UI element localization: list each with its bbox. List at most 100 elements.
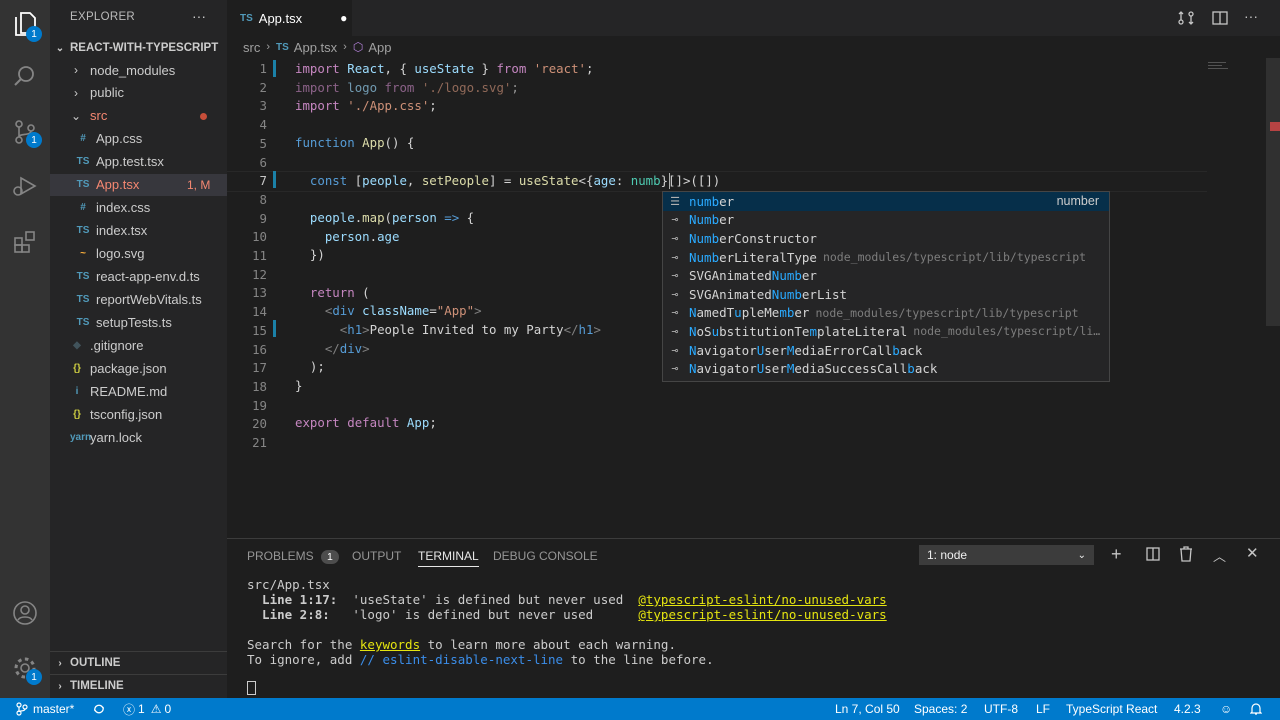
suggestion-item[interactable]: ⊸ NamedTupleMember node_modules/typescript…	[663, 304, 1109, 323]
suggestion-item[interactable]: ⊸ NumberLiteralType node_modules/typescrip…	[663, 248, 1109, 267]
suggestion-item[interactable]: ⊸ NavigatorUserMediaSuccessCallback	[663, 359, 1109, 378]
tab-debug-console[interactable]: DEBUG CONSOLE	[493, 549, 598, 563]
css-file-icon: #	[80, 202, 86, 214]
code-line: person.age	[324, 229, 400, 244]
suggestion-item[interactable]: ⊸ NavigatorUserMediaErrorCallback	[663, 341, 1109, 360]
project-folder-header[interactable]: ⌄ REACT-WITH-TYPESCRIPT	[50, 37, 227, 59]
notifications-bell-icon[interactable]	[1250, 698, 1262, 720]
tab-problems[interactable]: PROBLEMS 1	[247, 549, 339, 564]
explorer-icon[interactable]: 1	[9, 8, 42, 42]
code-line: const [people, setPeople] = useState<{ag…	[309, 173, 721, 188]
editor-more-icon[interactable]: ···	[1244, 8, 1258, 24]
code-line: return (	[309, 285, 370, 300]
trash-icon[interactable]	[1179, 546, 1193, 567]
tree-item[interactable]: i README.md	[50, 380, 227, 402]
tree-item[interactable]: TS App.tsx 1, M	[50, 173, 227, 196]
suggestion-detail: node_modules/typescript/lib/typescript	[815, 305, 1079, 320]
line-number: 10	[252, 229, 267, 245]
breadcrumb-file[interactable]: App.tsx	[294, 40, 337, 55]
close-panel-icon[interactable]: ✕	[1246, 544, 1259, 562]
terminal-line: To ignore, add // eslint-disable-next-li…	[247, 652, 714, 667]
terminal-text: to the line before.	[563, 652, 714, 667]
account-icon[interactable]	[9, 597, 41, 629]
run-debug-icon[interactable]	[9, 170, 41, 202]
terminal-select-value: 1: node	[927, 548, 968, 562]
tree-item[interactable]: TS reportWebVitals.ts	[50, 289, 227, 311]
split-terminal-icon[interactable]	[1146, 547, 1160, 566]
error-dot-icon	[200, 112, 207, 120]
editor-scrollbar[interactable]	[1266, 58, 1280, 326]
tree-item[interactable]: {} package.json	[50, 357, 227, 379]
git-modified-marker	[273, 320, 276, 337]
source-control-badge: 1	[26, 132, 42, 148]
breadcrumb-symbol[interactable]: App	[368, 40, 391, 55]
terminal-select[interactable]: 1: node ⌄	[919, 545, 1094, 565]
line-number: 6	[259, 154, 267, 170]
split-editor-icon[interactable]	[1212, 10, 1228, 31]
encoding[interactable]: UTF-8	[984, 698, 1018, 720]
line-number: 11	[252, 248, 267, 263]
new-terminal-icon[interactable]: +	[1111, 544, 1122, 565]
end-of-line[interactable]: LF	[1036, 698, 1050, 720]
interface-icon: ⊸	[671, 306, 679, 320]
settings-gear-icon[interactable]: 1	[9, 652, 42, 685]
error-icon: ⓧ	[123, 702, 136, 717]
tree-item[interactable]: yarn yarn.lock	[50, 426, 227, 448]
tree-item[interactable]: TS react-app-env.d.ts	[50, 266, 227, 288]
breadcrumb-folder[interactable]: src	[243, 40, 260, 55]
language-mode[interactable]: TypeScript React	[1066, 698, 1157, 720]
typescript-version[interactable]: 4.2.3	[1174, 698, 1201, 720]
code-line: </div>	[324, 341, 370, 356]
suggestion-item[interactable]: ⊸ SVGAnimatedNumber	[663, 266, 1109, 285]
breadcrumb-separator-icon: ›	[266, 41, 271, 53]
unsaved-dot-icon[interactable]: ●	[340, 11, 347, 25]
git-file-icon: ◆	[73, 339, 81, 351]
suggestion-item[interactable]: ⊸ NoSubstitutionTemplateLiteral node_modul…	[663, 322, 1109, 341]
suggestion-item[interactable]: ☰ number number	[663, 192, 1109, 211]
open-changes-icon[interactable]	[1177, 10, 1195, 31]
feedback-icon[interactable]: ☺	[1220, 698, 1232, 720]
branch-indicator[interactable]: master*	[16, 698, 74, 720]
code-line: function App() {	[295, 135, 415, 150]
suggestion-label: number	[689, 193, 735, 209]
tree-item[interactable]: ◆ .gitignore	[50, 334, 227, 356]
extensions-icon[interactable]	[9, 226, 41, 258]
tree-item[interactable]: › public	[50, 82, 227, 104]
suggestion-item[interactable]: ⊸ NumberConstructor	[663, 229, 1109, 248]
indentation[interactable]: Spaces: 2	[914, 698, 967, 720]
minimap[interactable]	[1208, 60, 1230, 76]
problems-indicator[interactable]: ⓧ 1 ⚠ 0	[123, 698, 171, 720]
timeline-section[interactable]: › TIMELINE	[50, 674, 227, 697]
eslint-rule: @typescript-eslint/no-unused-vars	[638, 592, 887, 607]
tree-item[interactable]: TS App.test.tsx	[50, 151, 227, 173]
tree-item[interactable]: # App.css	[50, 128, 227, 150]
tree-item-label: setupTests.ts	[96, 314, 172, 330]
suggestion-item[interactable]: ⊸ SVGAnimatedNumberList	[663, 285, 1109, 304]
interface-icon: ⊸	[671, 250, 679, 264]
error-count: 1	[138, 702, 145, 716]
source-control-icon[interactable]: 1	[9, 116, 42, 148]
line-number: 9	[259, 210, 267, 226]
tree-item[interactable]: › node_modules	[50, 59, 227, 81]
tree-item-label: public	[90, 85, 124, 101]
tab-app-tsx[interactable]: TS App.tsx ●	[227, 0, 352, 36]
tree-item[interactable]: {} tsconfig.json	[50, 403, 227, 425]
tab-output[interactable]: OUTPUT	[352, 549, 401, 563]
tree-item[interactable]: TS setupTests.ts	[50, 311, 227, 333]
tree-item[interactable]: ~ logo.svg	[50, 243, 227, 265]
suggestion-item[interactable]: ⊸ Number	[663, 211, 1109, 230]
cursor-position[interactable]: Ln 7, Col 50	[835, 698, 900, 720]
sync-icon[interactable]	[92, 698, 106, 720]
code-line: import './App.css';	[295, 98, 437, 113]
warning-location: Line 2:8:	[247, 607, 330, 622]
outline-section[interactable]: › OUTLINE	[50, 651, 227, 674]
tree-item[interactable]: ⌄ src	[50, 105, 227, 127]
tree-item[interactable]: # index.css	[50, 197, 227, 219]
line-number: 12	[252, 266, 267, 282]
more-actions-icon[interactable]: ···	[192, 8, 206, 24]
search-icon[interactable]	[9, 60, 41, 92]
tab-terminal[interactable]: TERMINAL	[418, 549, 479, 567]
problems-count-badge: 1	[321, 550, 339, 564]
maximize-panel-icon[interactable]: ︿	[1213, 546, 1226, 565]
tree-item[interactable]: TS index.tsx	[50, 220, 227, 242]
